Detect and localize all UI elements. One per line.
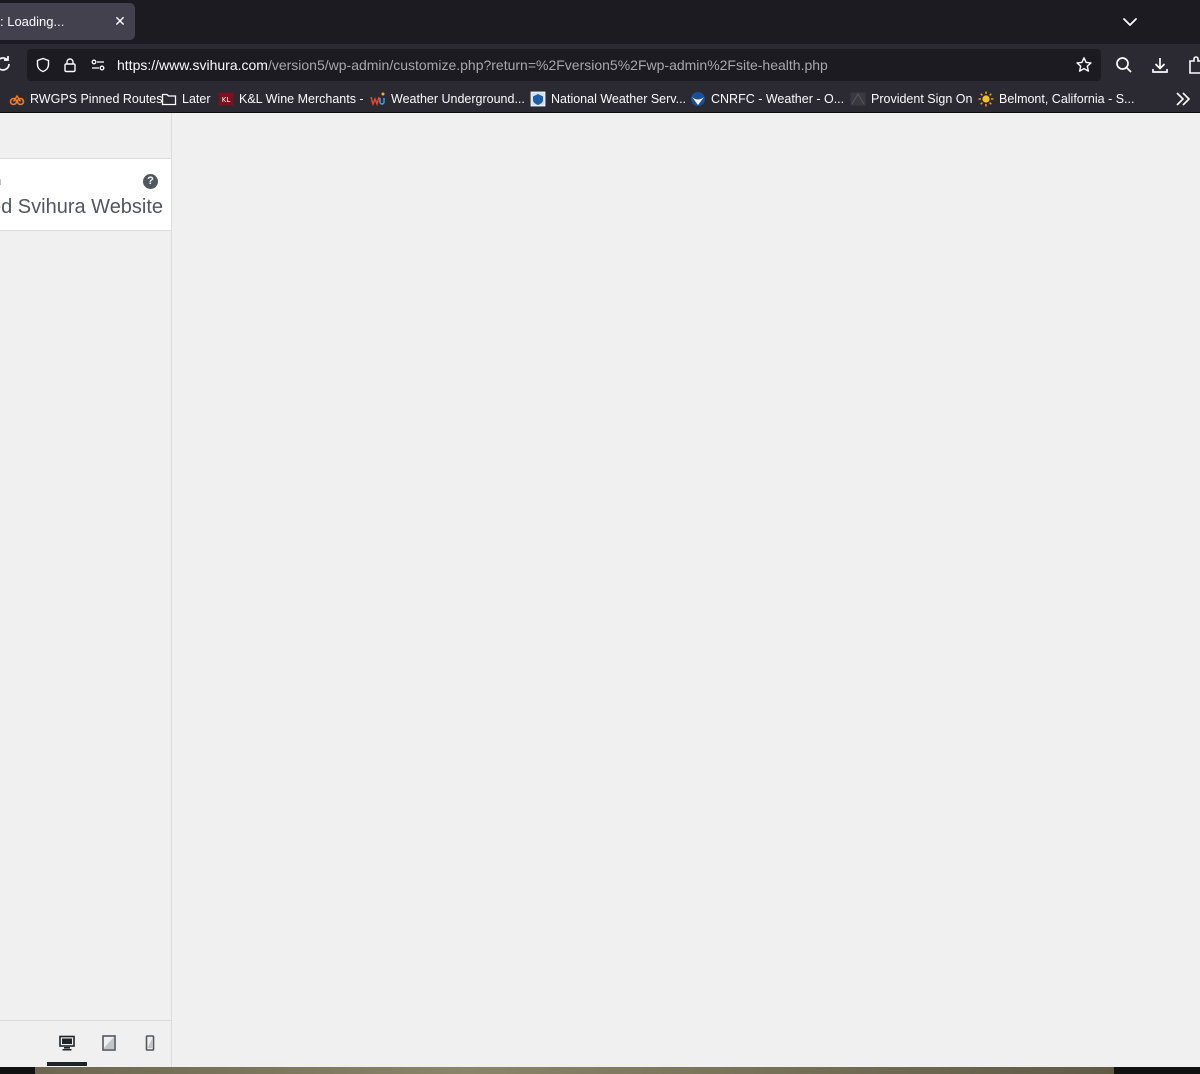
- bookmark-belmont-weather[interactable]: Belmont, California - S...: [978, 90, 1134, 108]
- url-text[interactable]: https://www.svihura.com/version5/wp-admi…: [117, 57, 828, 73]
- wallpaper-strip: [35, 1067, 1114, 1074]
- reload-icon[interactable]: [0, 53, 14, 75]
- bookmark-rwgps[interactable]: RWGPS Pinned Routes: [9, 90, 162, 108]
- bookmark-label: National Weather Serv...: [551, 92, 687, 106]
- url-bar[interactable]: https://www.svihura.com/version5/wp-admi…: [27, 49, 1101, 81]
- preview-mobile-button[interactable]: [130, 1029, 170, 1066]
- url-host: https://www.svihura.com: [117, 57, 268, 73]
- bookmark-label: Weather Underground...: [391, 92, 525, 106]
- url-path: /version5/wp-admin/customize.php?return=…: [267, 57, 828, 73]
- bookmarks-toolbar: RWGPS Pinned Routes Later KL K&L Wine Me…: [0, 86, 1200, 113]
- mobile-icon: [145, 1035, 155, 1051]
- bookmark-provident[interactable]: Provident Sign On: [850, 90, 972, 108]
- bookmark-weather-underground[interactable]: Weather Underground...: [370, 90, 525, 108]
- bookmark-label: Later: [182, 92, 211, 106]
- help-icon[interactable]: ?: [143, 174, 158, 189]
- tablet-icon: [102, 1035, 116, 1051]
- customizer-footer: [0, 1020, 171, 1067]
- bookmark-label: K&L Wine Merchants -: [239, 92, 364, 106]
- kl-wine-icon: KL: [218, 92, 234, 106]
- search-icon[interactable]: [1114, 55, 1134, 75]
- sun-icon: [978, 91, 994, 107]
- site-title-card: n ed Svihura Website ?: [0, 158, 171, 231]
- downloads-icon[interactable]: [1150, 55, 1170, 75]
- bookmark-kl-wine[interactable]: KL K&L Wine Merchants -: [218, 90, 364, 108]
- bookmark-label: CNRFC - Weather - O...: [711, 92, 845, 106]
- active-tab[interactable]: : Loading... ✕: [0, 3, 135, 40]
- nws-icon: [530, 91, 546, 107]
- close-tab-icon[interactable]: ✕: [110, 11, 130, 31]
- customizer-sidebar: n ed Svihura Website ?: [0, 113, 172, 1067]
- rwgps-icon: [9, 94, 25, 106]
- desktop-icon: [59, 1035, 75, 1051]
- bookmark-label: Provident Sign On: [871, 92, 973, 106]
- site-preview-frame[interactable]: [172, 113, 1200, 1067]
- tab-strip: : Loading... ✕: [0, 0, 1200, 44]
- svg-text:KL: KL: [222, 96, 231, 104]
- bookmark-folder-later[interactable]: Later: [161, 90, 211, 108]
- bookmark-label: RWGPS Pinned Routes: [30, 92, 163, 106]
- wu-icon: [370, 92, 385, 107]
- noaa-icon: [691, 92, 705, 106]
- bookmark-label: Belmont, California - S...: [999, 92, 1135, 106]
- provident-icon: [850, 92, 866, 106]
- chevron-double-right-icon[interactable]: [1174, 90, 1192, 108]
- preview-tablet-button[interactable]: [89, 1029, 129, 1066]
- preview-desktop-button[interactable]: [47, 1029, 87, 1066]
- customizing-label: n: [0, 173, 1, 188]
- desktop-strip: [0, 1067, 1200, 1074]
- folder-icon: [161, 93, 177, 106]
- extensions-icon[interactable]: [1186, 55, 1200, 75]
- lock-icon[interactable]: [62, 57, 78, 73]
- nav-toolbar: https://www.svihura.com/version5/wp-admi…: [0, 44, 1200, 86]
- bookmark-star-icon[interactable]: [1075, 56, 1093, 74]
- chevron-down-icon[interactable]: [1118, 10, 1142, 34]
- permissions-icon[interactable]: [90, 57, 106, 73]
- site-title: ed Svihura Website: [0, 196, 164, 218]
- bookmark-nws[interactable]: National Weather Serv...: [530, 90, 686, 108]
- page-content: n ed Svihura Website ?: [0, 113, 1200, 1067]
- bookmark-cnrfc[interactable]: CNRFC - Weather - O...: [690, 90, 844, 108]
- tracking-shield-icon[interactable]: [35, 57, 51, 73]
- tab-title: : Loading...: [0, 14, 65, 29]
